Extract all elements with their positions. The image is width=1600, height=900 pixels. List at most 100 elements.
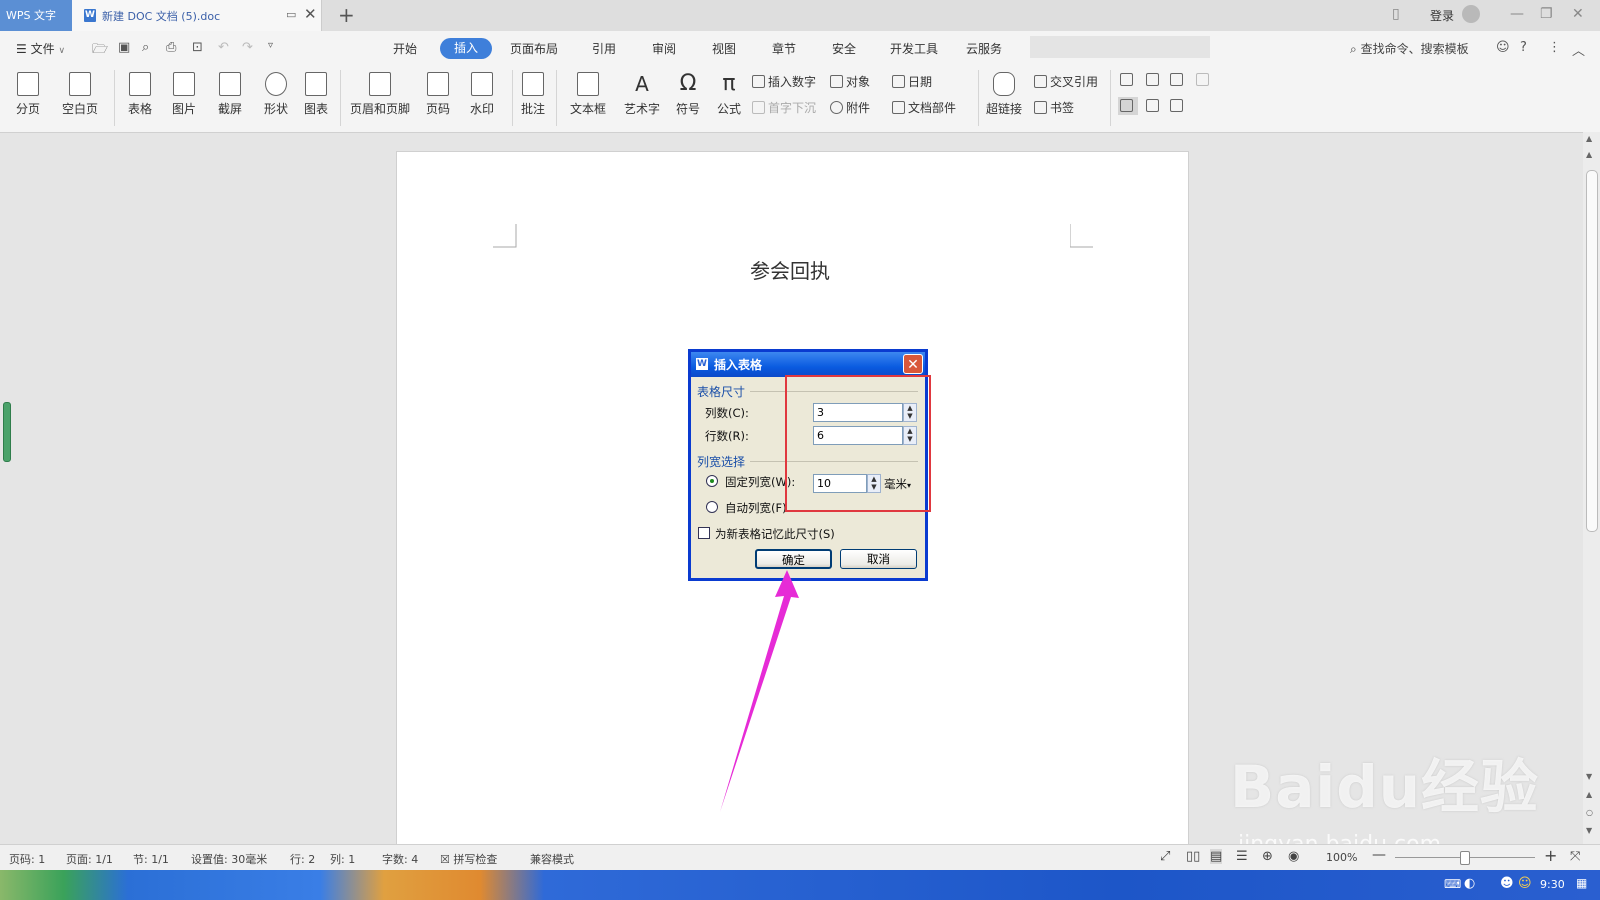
user-avatar[interactable] bbox=[1462, 5, 1480, 23]
status-word-count[interactable]: 字数: 4 bbox=[382, 851, 418, 867]
tab-close-icon[interactable]: ✕ bbox=[304, 5, 317, 23]
comment-button[interactable]: 批注 bbox=[518, 72, 548, 117]
reading-mode-icon[interactable]: ▯▯ bbox=[1186, 849, 1200, 864]
zoom-out-icon[interactable]: — bbox=[1372, 847, 1386, 863]
fixed-width-radio[interactable] bbox=[706, 475, 718, 487]
window-close-icon[interactable]: ✕ bbox=[1572, 6, 1584, 22]
symbol-button[interactable]: Ω 符号 bbox=[670, 72, 706, 117]
cancel-button[interactable]: 取消 bbox=[840, 549, 917, 569]
messenger-icon[interactable]: ☺ bbox=[1518, 876, 1532, 891]
save-icon[interactable]: ▣ bbox=[118, 40, 130, 55]
network-icon[interactable]: ◐ bbox=[1464, 876, 1475, 891]
shape-button[interactable]: 形状 bbox=[258, 72, 294, 117]
prev-page-icon[interactable]: ▲ bbox=[1586, 790, 1592, 799]
feedback-icon[interactable]: ☺ bbox=[1496, 40, 1510, 55]
app-tab[interactable]: WPS 文字 bbox=[0, 0, 72, 31]
tab-view[interactable]: 视图 bbox=[712, 40, 736, 57]
scroll-down-icon[interactable]: ▼ bbox=[1586, 772, 1592, 781]
page-break-button[interactable]: 分页 bbox=[10, 72, 46, 117]
restore-icon[interactable]: ❐ bbox=[1540, 6, 1553, 22]
print-preview-icon[interactable]: ⊡ bbox=[192, 40, 203, 55]
zoom-slider-handle[interactable] bbox=[1460, 851, 1470, 865]
wordart-button[interactable]: A 艺术字 bbox=[620, 72, 664, 117]
eye-protect-icon[interactable]: ◉ bbox=[1288, 849, 1299, 864]
print-icon[interactable]: ⎙ bbox=[166, 40, 176, 55]
help-icon[interactable]: ? bbox=[1520, 40, 1527, 55]
outline-view-icon[interactable]: ☰ bbox=[1236, 849, 1248, 864]
form-textbox-icon[interactable] bbox=[1120, 73, 1136, 87]
table-button[interactable]: 表格 bbox=[122, 72, 158, 117]
link-icon bbox=[993, 72, 1015, 96]
web-view-icon[interactable]: ⊕ bbox=[1262, 849, 1273, 864]
hyperlink-button[interactable]: 超链接 bbox=[984, 72, 1024, 117]
cross-reference-button[interactable]: 交叉引用 bbox=[1034, 73, 1098, 90]
next-page-icon[interactable]: ▼ bbox=[1586, 826, 1592, 835]
collapse-ribbon-icon[interactable]: ︿ bbox=[1572, 40, 1585, 59]
open-icon[interactable]: 🗁 bbox=[92, 40, 108, 62]
find-icon[interactable]: ⌕ bbox=[142, 40, 149, 55]
tab-review[interactable]: 审阅 bbox=[652, 40, 676, 57]
tab-insert[interactable]: 插入 bbox=[440, 38, 492, 59]
zoom-in-icon[interactable]: + bbox=[1544, 846, 1557, 865]
date-button[interactable]: 日期 bbox=[892, 73, 932, 90]
design-mode-icon[interactable] bbox=[1118, 97, 1138, 115]
layout-icon[interactable]: ▯ bbox=[1392, 6, 1400, 22]
chart-button[interactable]: 图表 bbox=[302, 72, 330, 117]
header-footer-button[interactable]: 页眉和页脚 bbox=[348, 72, 412, 117]
dialog-close-button[interactable]: ✕ bbox=[903, 354, 923, 374]
page-number-button[interactable]: 页码 bbox=[420, 72, 456, 117]
remember-size-checkbox[interactable] bbox=[698, 527, 710, 539]
drop-cap-button[interactable]: 首字下沉 bbox=[752, 99, 816, 116]
notification-icon[interactable]: ▦ bbox=[1576, 876, 1587, 890]
blank-page-button[interactable]: 空白页 bbox=[56, 72, 104, 117]
file-menu[interactable]: ☰ 文件 ∨ bbox=[16, 40, 65, 57]
keyboard-icon[interactable]: ⌨ bbox=[1444, 877, 1461, 891]
insert-number-button[interactable]: 插入数字 bbox=[752, 73, 816, 90]
spell-check-button[interactable]: ☒ 拼写检查 bbox=[440, 851, 497, 867]
scroll-top-icon[interactable]: ▲ bbox=[1586, 150, 1592, 159]
form-lock-icon[interactable] bbox=[1170, 99, 1186, 113]
tab-page-layout[interactable]: 页面布局 bbox=[510, 40, 558, 57]
scroll-up-icon[interactable]: ▲ bbox=[1586, 134, 1592, 143]
login-link[interactable]: 登录 bbox=[1430, 7, 1454, 24]
tab-home[interactable]: 开始 bbox=[393, 40, 417, 57]
object-button[interactable]: 对象 bbox=[830, 73, 870, 90]
textbox-button[interactable]: 文本框 bbox=[564, 72, 612, 117]
new-tab-icon[interactable]: + bbox=[338, 3, 355, 27]
tab-references[interactable]: 引用 bbox=[592, 40, 616, 57]
minimize-icon[interactable]: — bbox=[1510, 6, 1524, 22]
picture-button[interactable]: 图片 bbox=[166, 72, 202, 117]
form-settings-icon[interactable] bbox=[1196, 73, 1212, 87]
fit-window-icon[interactable]: ⤧ bbox=[1570, 849, 1580, 864]
tab-float-icon[interactable]: ▭ bbox=[286, 8, 296, 21]
formula-button[interactable]: π 公式 bbox=[714, 72, 744, 117]
select-browse-icon[interactable]: ○ bbox=[1586, 808, 1593, 817]
form-reset-icon[interactable] bbox=[1146, 99, 1162, 113]
side-panel-handle[interactable] bbox=[3, 402, 11, 462]
doc-parts-button[interactable]: 文档部件 bbox=[892, 99, 956, 116]
zoom-level[interactable]: 100% bbox=[1326, 851, 1357, 864]
header-footer-label: 页眉和页脚 bbox=[349, 102, 410, 116]
form-checkbox-icon[interactable] bbox=[1146, 73, 1162, 87]
bookmark-button[interactable]: 书签 bbox=[1034, 99, 1074, 116]
undo-icon[interactable]: ↶ bbox=[218, 40, 229, 55]
tab-section[interactable]: 章节 bbox=[772, 40, 796, 57]
watermark-button[interactable]: 水印 bbox=[464, 72, 500, 117]
command-search[interactable]: ⌕ 查找命令、搜索模板 bbox=[1350, 40, 1469, 57]
scrollbar-thumb[interactable] bbox=[1586, 170, 1598, 532]
tab-cloud[interactable]: 云服务 bbox=[966, 40, 1002, 57]
tab-security[interactable]: 安全 bbox=[832, 40, 856, 57]
screenshot-button[interactable]: 截屏 bbox=[212, 72, 248, 117]
tab-developer[interactable]: 开发工具 bbox=[890, 40, 938, 57]
auto-width-radio[interactable] bbox=[706, 501, 718, 513]
customize-icon[interactable]: ▿ bbox=[268, 40, 273, 51]
attachment-button[interactable]: 附件 bbox=[830, 99, 870, 116]
qq-icon[interactable]: ☻ bbox=[1500, 876, 1514, 891]
form-dropdown-icon[interactable] bbox=[1170, 73, 1186, 87]
page-view-icon[interactable]: ▤ bbox=[1210, 849, 1223, 864]
more-icon[interactable]: ⋮ bbox=[1548, 40, 1561, 55]
drop-cap-label: 首字下沉 bbox=[768, 101, 817, 115]
redo-icon[interactable]: ↷ bbox=[242, 40, 253, 55]
fullscreen-icon[interactable]: ⤢ bbox=[1160, 849, 1170, 864]
document-tab[interactable]: W 新建 DOC 文档 (5).doc ▭ ✕ bbox=[72, 0, 322, 31]
